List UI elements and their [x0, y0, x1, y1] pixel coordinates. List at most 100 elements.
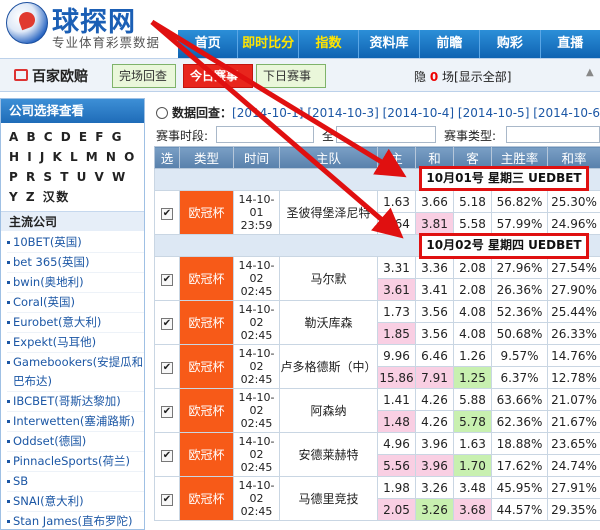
- time-part: 14-10-: [238, 303, 275, 316]
- select-cell[interactable]: ✔: [154, 344, 180, 389]
- company-item[interactable]: Coral(英国): [7, 293, 144, 313]
- company-item[interactable]: PinnacleSports(荷兰): [7, 452, 144, 472]
- time-cell: 14-10- 02 02:45: [233, 256, 280, 301]
- select-cell[interactable]: ✔: [154, 432, 180, 477]
- company-item[interactable]: Oddset(德国): [7, 432, 144, 452]
- hidden-matches-info[interactable]: 隐 0 场[显示全部]: [414, 68, 511, 85]
- row-checkbox[interactable]: ✔: [161, 318, 173, 330]
- row-checkbox[interactable]: ✔: [161, 362, 173, 374]
- review-date-link[interactable]: [2014-10-4]: [383, 106, 454, 120]
- row-checkbox[interactable]: ✔: [161, 406, 173, 418]
- select-cell[interactable]: ✔: [154, 190, 180, 235]
- review-date-link[interactable]: [2014-10-1]: [232, 106, 303, 120]
- time-cell: 14-10- 02 02:45: [233, 388, 280, 433]
- time-part: 02:45: [240, 373, 273, 386]
- odds-cell: 5.58: [453, 212, 492, 235]
- home-team-cell[interactable]: 圣彼得堡泽尼特: [279, 190, 378, 235]
- time-part: 14-10-: [238, 391, 275, 404]
- nav-live-score[interactable]: 即时比分: [238, 30, 299, 58]
- col-type: 类型: [179, 146, 234, 169]
- time-part: 02:45: [240, 417, 273, 430]
- odds-cell: 5.88: [453, 388, 492, 411]
- logo-ball-icon[interactable]: [6, 2, 48, 44]
- nav-preview[interactable]: 前瞻: [420, 30, 481, 58]
- league-cell[interactable]: 欧冠杯: [179, 300, 234, 345]
- league-cell[interactable]: 欧冠杯: [179, 476, 234, 521]
- select-cell[interactable]: ✔: [154, 300, 180, 345]
- odds-cell: 57.99%: [491, 212, 548, 235]
- review-date-link[interactable]: [2014-10-5]: [458, 106, 529, 120]
- company-item[interactable]: SNAI(意大利): [7, 492, 144, 512]
- table-row: ✔ 欧冠杯 14-10- 01 23:59 圣彼得堡泽尼特 1.63 3.66 5.18 56.8…: [154, 190, 600, 235]
- company-item[interactable]: IBCBET(哥斯达黎加): [7, 392, 144, 412]
- company-item[interactable]: Eurobet(意大利): [7, 313, 144, 333]
- clock-icon: [156, 107, 168, 119]
- review-date-link[interactable]: [2014-10-3]: [307, 106, 378, 120]
- league-cell[interactable]: 欧冠杯: [179, 256, 234, 301]
- sub-bar: 百家欧赔 完场回查 今日赛事 下日赛事 隐 0 场[显示全部] ▲: [0, 58, 600, 92]
- row-checkbox[interactable]: ✔: [161, 450, 173, 462]
- league-cell[interactable]: 欧冠杯: [179, 432, 234, 477]
- odds-cell: 14.76%: [547, 344, 600, 367]
- company-item[interactable]: bwin(奥地利): [7, 273, 144, 293]
- nav-home[interactable]: 首页: [178, 30, 239, 58]
- company-item[interactable]: SB: [7, 472, 144, 492]
- time-part: 02: [249, 492, 264, 505]
- odds-cell: 52.36%: [491, 300, 548, 323]
- odds-cell: 1.70: [453, 454, 492, 477]
- company-item[interactable]: Gamebookers(安提瓜和巴布达): [7, 353, 144, 392]
- odds-cell: 2.08: [453, 256, 492, 279]
- nav-live[interactable]: 直播: [541, 30, 600, 58]
- row-checkbox[interactable]: ✔: [161, 274, 173, 286]
- nav-odds[interactable]: 指数: [299, 30, 360, 58]
- home-team-cell[interactable]: 马尔默: [279, 256, 378, 301]
- home-team-cell[interactable]: 阿森纳: [279, 388, 378, 433]
- all-filter-select[interactable]: [336, 126, 436, 143]
- select-cell[interactable]: ✔: [154, 256, 180, 301]
- type-filter-select[interactable]: [506, 126, 600, 143]
- odds-cell: 44.57%: [491, 498, 548, 521]
- home-team-cell[interactable]: 卢多格德斯（中）: [279, 344, 378, 389]
- nav-lottery[interactable]: 购彩: [480, 30, 541, 58]
- odds-cell: 1.64: [377, 212, 416, 235]
- time-part: 02: [249, 448, 264, 461]
- odds-cell: 2.08: [453, 278, 492, 301]
- tab-finished-review[interactable]: 完场回查: [112, 64, 176, 88]
- time-part: 02: [249, 404, 264, 417]
- review-label: 数据回查：: [172, 106, 233, 120]
- scroll-up-icon[interactable]: ▲: [586, 67, 596, 83]
- company-item[interactable]: Expekt(马耳他): [7, 333, 144, 353]
- company-item[interactable]: Interwetten(塞浦路斯): [7, 412, 144, 432]
- league-cell[interactable]: 欧冠杯: [179, 344, 234, 389]
- letter-index[interactable]: A B C D E F G H I J K L M N O P R S T U …: [1, 123, 144, 209]
- odds-cell: 4.96: [377, 432, 416, 455]
- select-cell[interactable]: ✔: [154, 476, 180, 521]
- company-item[interactable]: 10BET(英国): [7, 233, 144, 253]
- tab-today[interactable]: 今日赛事: [183, 64, 253, 88]
- company-item[interactable]: bet 365(英国): [7, 253, 144, 273]
- row-checkbox[interactable]: ✔: [161, 494, 173, 506]
- home-team-cell[interactable]: 勒沃库森: [279, 300, 378, 345]
- time-cell: 14-10- 02 02:45: [233, 432, 280, 477]
- home-team-cell[interactable]: 马德里竞技: [279, 476, 378, 521]
- odds-cell: 12.78%: [547, 366, 600, 389]
- nav-database[interactable]: 资料库: [359, 30, 420, 58]
- odds-cell: 63.66%: [491, 388, 548, 411]
- odds-cell: 6.46: [415, 344, 454, 367]
- tab-next-day[interactable]: 下日赛事: [256, 64, 326, 88]
- select-cell[interactable]: ✔: [154, 388, 180, 433]
- time-part: 14-10-: [238, 347, 275, 360]
- home-team-cell[interactable]: 安德莱赫特: [279, 432, 378, 477]
- time-part: 14-10-: [238, 435, 275, 448]
- time-filter-select[interactable]: [216, 126, 314, 143]
- league-cell[interactable]: 欧冠杯: [179, 388, 234, 433]
- odds-cell: 23.65%: [547, 432, 600, 455]
- league-cell[interactable]: 欧冠杯: [179, 190, 234, 235]
- company-item[interactable]: Stan James(直布罗陀): [7, 512, 144, 530]
- odds-cell: 3.96: [415, 432, 454, 455]
- row-checkbox[interactable]: ✔: [161, 208, 173, 220]
- page-title: 百家欧赔: [32, 69, 88, 85]
- odds-cell: 4.26: [415, 410, 454, 433]
- review-date-link[interactable]: [2014-10-6]: [533, 106, 600, 120]
- show-all-link[interactable]: 场[显示全部]: [442, 70, 511, 84]
